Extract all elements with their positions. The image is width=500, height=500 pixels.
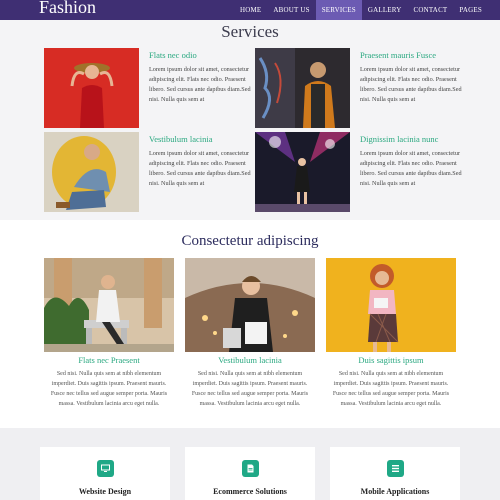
card-image-shopping bbox=[185, 258, 315, 352]
service-image-runway bbox=[255, 132, 350, 212]
monitor-icon bbox=[97, 460, 114, 477]
features-section: Website Design Ecommerce Solutions Mobil… bbox=[0, 428, 500, 500]
service-title[interactable]: Flats nec odio bbox=[149, 50, 197, 60]
services-section: Services Flats nec odio Lorem ipsum dolo… bbox=[0, 20, 500, 220]
card-title[interactable]: Vestibulum lacinia bbox=[185, 355, 315, 365]
nav-home[interactable]: HOME bbox=[234, 0, 267, 20]
feature-card[interactable]: Mobile Applications bbox=[330, 447, 460, 500]
service-text: Lorem ipsum dolor sit amet, consectetur … bbox=[360, 150, 462, 187]
service-title[interactable]: Praesent mauris Fusce bbox=[360, 50, 436, 60]
service-title[interactable]: Dignissim lacinia nunc bbox=[360, 134, 438, 144]
service-image-graffiti-jacket bbox=[255, 48, 350, 128]
card-text: Sed nisi. Nulla quis sem at nibh element… bbox=[332, 371, 450, 407]
service-text: Lorem ipsum dolor sit amet, consectetur … bbox=[360, 66, 462, 103]
service-image-yellow-chair bbox=[44, 132, 139, 212]
feature-label: Mobile Applications bbox=[360, 487, 430, 496]
feature-label: Ecommerce Solutions bbox=[213, 487, 287, 496]
service-item: Dignissim lacinia nunc Lorem ipsum dolor… bbox=[255, 132, 467, 212]
feature-label: Website Design bbox=[78, 487, 132, 496]
service-title[interactable]: Vestibulum lacinia bbox=[149, 134, 213, 144]
featured-card: Vestibulum lacinia Sed nisi. Nulla quis … bbox=[185, 258, 315, 409]
card-text: Sed nisi. Nulla quis sem at nibh element… bbox=[191, 371, 309, 407]
card-title[interactable]: Duis sagittis ipsum bbox=[326, 355, 456, 365]
document-icon bbox=[242, 460, 259, 477]
nav-pages[interactable]: PAGES bbox=[453, 0, 488, 20]
nav-gallery[interactable]: GALLERY bbox=[362, 0, 408, 20]
service-item: Vestibulum lacinia Lorem ipsum dolor sit… bbox=[44, 132, 256, 212]
services-heading: Services bbox=[221, 22, 279, 41]
card-text: Sed nisi. Nulla quis sem at nibh element… bbox=[50, 371, 168, 407]
featured-card: Flats nec Praesent Sed nisi. Nulla quis … bbox=[44, 258, 174, 409]
feature-card[interactable]: Website Design bbox=[40, 447, 170, 500]
featured-heading: Consectetur adipiscing bbox=[181, 233, 319, 249]
service-text: Lorem ipsum dolor sit amet, consectetur … bbox=[149, 150, 251, 187]
featured-card: Duis sagittis ipsum Sed nisi. Nulla quis… bbox=[326, 258, 456, 409]
list-icon bbox=[387, 460, 404, 477]
main-nav: HOME ABOUT US SERVICES GALLERY CONTACT P… bbox=[234, 0, 488, 20]
nav-services[interactable]: SERVICES bbox=[315, 0, 362, 20]
nav-about-us[interactable]: ABOUT US bbox=[267, 0, 315, 20]
brand-logo[interactable]: Fashion bbox=[39, 0, 96, 18]
service-image-red-dress bbox=[44, 48, 139, 128]
card-image-bench bbox=[44, 258, 174, 352]
feature-card[interactable]: Ecommerce Solutions bbox=[185, 447, 315, 500]
service-item: Praesent mauris Fusce Lorem ipsum dolor … bbox=[255, 48, 467, 128]
top-navigation-bar: Fashion HOME ABOUT US SERVICES GALLERY C… bbox=[0, 0, 500, 20]
card-image-yellow-wall bbox=[326, 258, 456, 352]
service-text: Lorem ipsum dolor sit amet, consectetur … bbox=[149, 66, 251, 103]
card-title[interactable]: Flats nec Praesent bbox=[44, 355, 174, 365]
nav-contact[interactable]: CONTACT bbox=[408, 0, 454, 20]
service-item: Flats nec odio Lorem ipsum dolor sit ame… bbox=[44, 48, 256, 128]
